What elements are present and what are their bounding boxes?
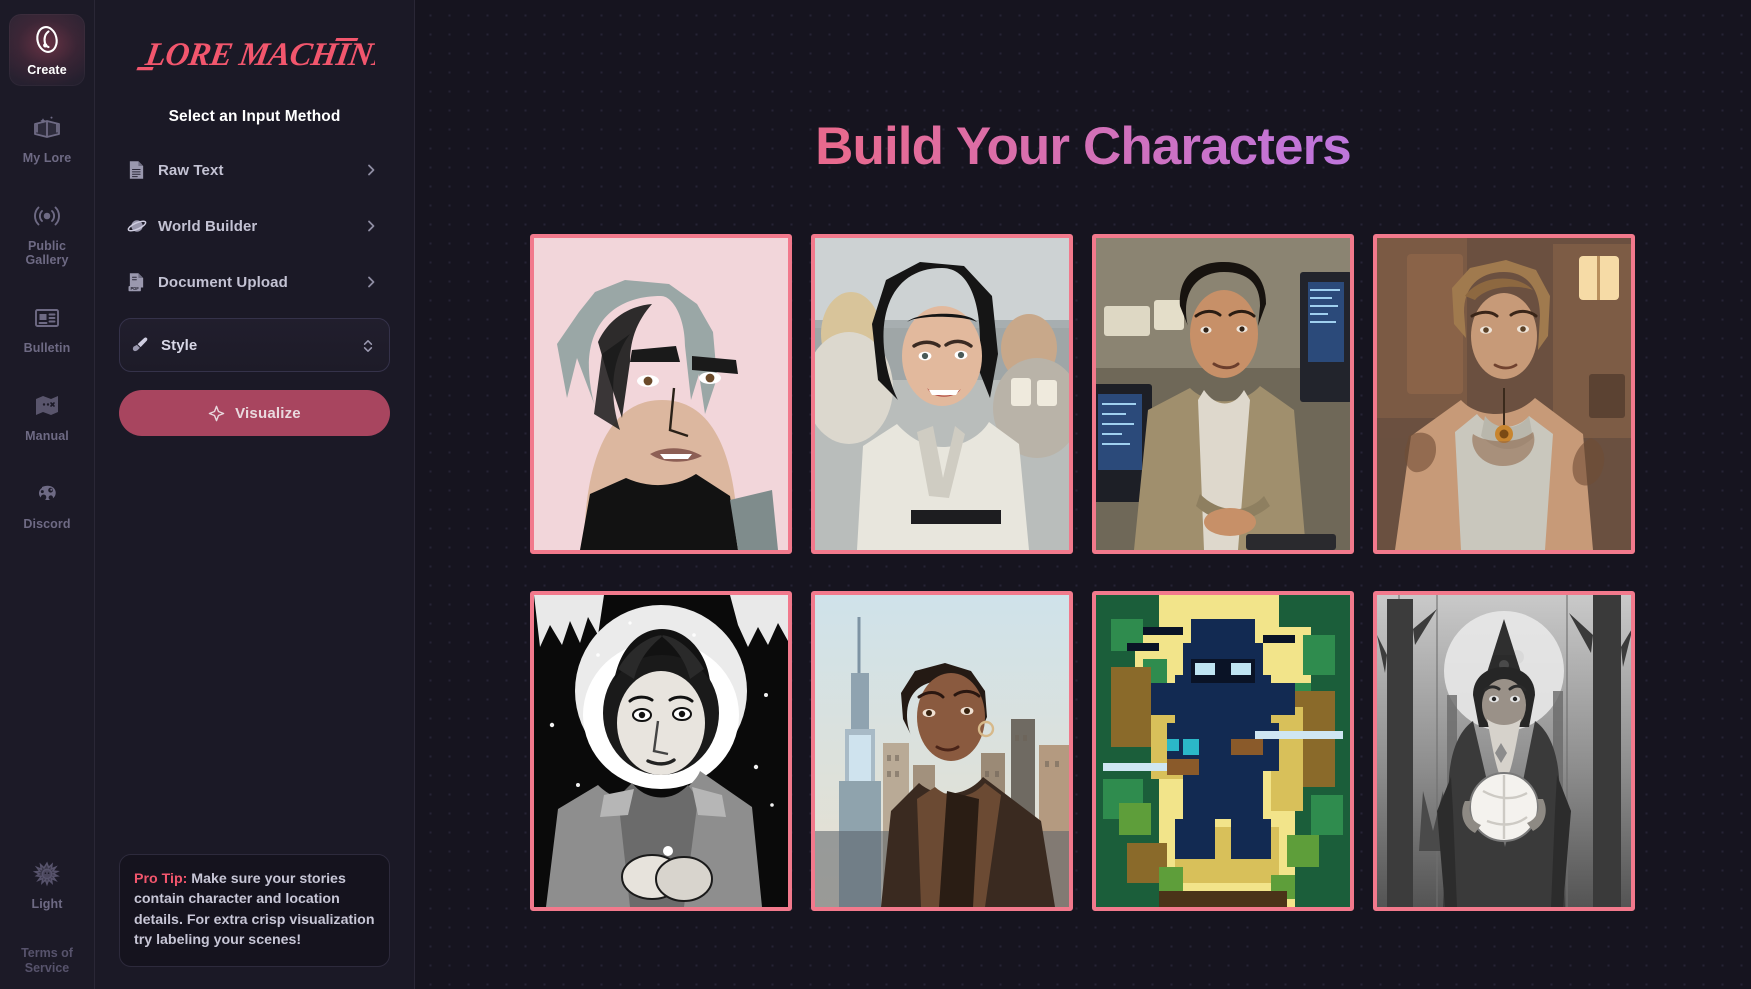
input-method-raw-text[interactable]: Raw Text [119, 148, 390, 192]
map-icon [31, 390, 63, 422]
pdf-file-icon: PDF [127, 271, 146, 293]
paintbrush-icon [130, 334, 149, 356]
lore-machine-logo: LORE MACHINE [119, 28, 390, 80]
svg-text:PDF: PDF [131, 286, 140, 291]
gallery-card[interactable] [530, 591, 792, 911]
theme-toggle-light[interactable]: Light [9, 848, 85, 920]
gallery-card[interactable] [1092, 591, 1354, 911]
character-image-cafe-woman [815, 238, 1069, 550]
sidebar-item-label: Create [27, 63, 67, 77]
primary-nav-rail: Create My Lore Public Gallery Bulletin M… [0, 0, 95, 989]
character-gallery-grid [530, 234, 1636, 911]
character-image-pixel-ninja [1096, 595, 1350, 907]
character-image-ink-parka-man [534, 595, 788, 907]
chevron-right-icon [364, 163, 378, 177]
gallery-card[interactable] [1373, 234, 1635, 554]
newspaper-icon [31, 302, 63, 334]
sidebar-item-discord[interactable]: Discord [9, 468, 85, 540]
visualize-button-label: Visualize [235, 404, 301, 422]
svg-text:LORE MACHINE: LORE MACHINE [142, 36, 375, 73]
gallery-card[interactable] [811, 234, 1073, 554]
input-method-label: Document Upload [158, 273, 288, 291]
sidebar-item-manual[interactable]: Manual [9, 380, 85, 452]
sun-icon [31, 858, 63, 890]
document-text-icon [127, 159, 146, 181]
chevron-right-icon [364, 219, 378, 233]
input-method-panel: LORE MACHINE Select an Input Method Raw … [95, 0, 415, 989]
sidebar-item-label: Discord [23, 517, 71, 531]
input-method-label: World Builder [158, 217, 258, 235]
style-selector-label: Style [161, 336, 198, 354]
rail-bottom-group: Light Terms of Service [0, 848, 94, 989]
pro-tip-box: Pro Tip: Make sure your stories contain … [119, 853, 390, 967]
character-image-nyc-woman [815, 595, 1069, 907]
sidebar-item-label: Manual [25, 429, 69, 443]
gallery-card[interactable] [811, 591, 1073, 911]
chevron-right-icon [364, 275, 378, 289]
planet-icon [127, 215, 147, 237]
character-image-wizard [1377, 595, 1631, 907]
app-root: Create My Lore Public Gallery Bulletin M… [0, 0, 1751, 989]
style-selector[interactable]: Style [119, 318, 390, 372]
character-image-office-man [1096, 238, 1350, 550]
sidebar-item-public-gallery[interactable]: Public Gallery [9, 190, 85, 276]
broadcast-icon [31, 200, 63, 232]
open-book-icon [31, 112, 63, 144]
main-content: Build Your Characters [415, 0, 1751, 989]
theme-toggle-label: Light [31, 897, 63, 912]
discord-icon [31, 478, 63, 510]
sparkle-icon [208, 405, 225, 422]
sidebar-item-create[interactable]: Create [9, 14, 85, 86]
sidebar-item-label: Public Gallery [25, 239, 69, 267]
character-image-comic-man [534, 238, 788, 550]
visualize-button[interactable]: Visualize [119, 390, 390, 436]
input-method-label: Raw Text [158, 161, 224, 179]
sidebar-item-label: My Lore [22, 151, 72, 165]
pro-tip-keyword: Pro Tip: [134, 870, 188, 887]
chevron-updown-icon [361, 338, 375, 352]
sidebar-item-bulletin[interactable]: Bulletin [9, 292, 85, 364]
page-title: Build Your Characters [415, 116, 1751, 177]
gallery-card[interactable] [1092, 234, 1354, 554]
sidebar-item-label: Bulletin [23, 341, 71, 355]
terms-of-service-link[interactable]: Terms of Service [0, 946, 94, 975]
lore-mark-icon [31, 24, 63, 56]
gallery-card[interactable] [1373, 591, 1635, 911]
input-method-world-builder[interactable]: World Builder [119, 204, 390, 248]
gallery-card[interactable] [530, 234, 792, 554]
input-method-document-upload[interactable]: PDF Document Upload [119, 260, 390, 304]
sidebar-item-my-lore[interactable]: My Lore [9, 102, 85, 174]
panel-title: Select an Input Method [168, 108, 341, 125]
character-image-3d-woman [1377, 238, 1631, 550]
